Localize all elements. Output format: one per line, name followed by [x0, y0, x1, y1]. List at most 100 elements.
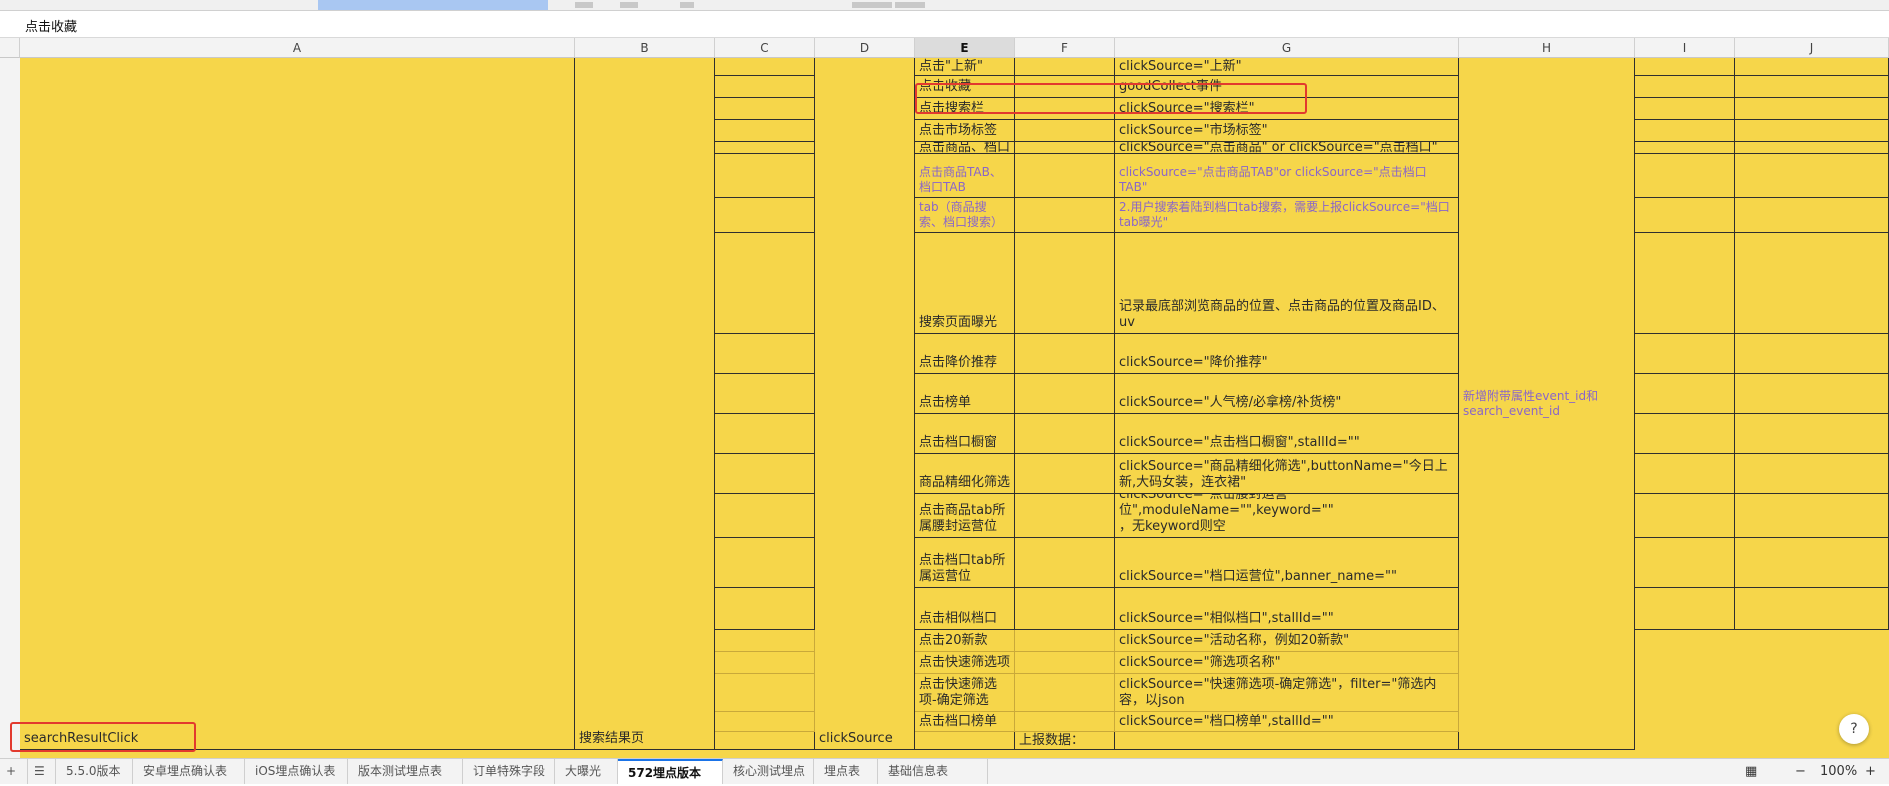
- cell-f[interactable]: [1015, 630, 1115, 652]
- cell-event-detail[interactable]: clickSource="商品精细化筛选",buttonName="今日上新,大…: [1115, 454, 1459, 494]
- cell-event-detail[interactable]: [1115, 732, 1459, 750]
- cell-event-detail[interactable]: clickSource="降价推荐": [1115, 334, 1459, 374]
- cell-event-name[interactable]: 点击快速筛选项: [915, 652, 1015, 674]
- cell-event-detail[interactable]: clickSource="人气榜/必拿榜/补货榜": [1115, 374, 1459, 414]
- cell-event-name[interactable]: 点击商品TAB、档口TAB: [915, 154, 1015, 198]
- cell-c[interactable]: [715, 198, 815, 233]
- sheet-tab[interactable]: 5.5.0版本: [56, 759, 133, 784]
- cell-c[interactable]: [715, 588, 815, 630]
- cell-j[interactable]: [1735, 414, 1889, 454]
- toolbar-icon[interactable]: [620, 2, 638, 8]
- cell-c[interactable]: [715, 414, 815, 454]
- cell-i[interactable]: [1635, 98, 1735, 120]
- col-header-d[interactable]: D: [815, 38, 915, 58]
- add-sheet-icon[interactable]: +: [0, 759, 28, 784]
- cell-j[interactable]: [1735, 76, 1889, 98]
- cell-event-detail[interactable]: clickSource="档口榜单",stallId="": [1115, 712, 1459, 732]
- cell-j[interactable]: [1735, 142, 1889, 154]
- cell-j[interactable]: [1735, 494, 1889, 538]
- cell-i[interactable]: [1635, 454, 1735, 494]
- cell-i[interactable]: [1635, 58, 1735, 76]
- sheet-tab[interactable]: 订单特殊字段: [463, 759, 555, 784]
- cell-j[interactable]: [1735, 538, 1889, 588]
- cell-f[interactable]: [1015, 588, 1115, 630]
- cell-i[interactable]: [1635, 334, 1735, 374]
- cell-f[interactable]: [1015, 198, 1115, 233]
- cell-b-merged[interactable]: 搜索结果页: [575, 58, 715, 750]
- cell-f[interactable]: [1015, 538, 1115, 588]
- cell-event-name[interactable]: [915, 732, 1015, 750]
- cell-j[interactable]: [1735, 588, 1889, 630]
- col-header-j[interactable]: J: [1735, 38, 1889, 58]
- cell-event-name[interactable]: 点击档口榜单: [915, 712, 1015, 732]
- cell-d-merged[interactable]: clickSource: [815, 58, 915, 750]
- cell-c[interactable]: [715, 538, 815, 588]
- cell-i[interactable]: [1635, 538, 1735, 588]
- cell-i[interactable]: [1635, 120, 1735, 142]
- cell-i[interactable]: [1635, 142, 1735, 154]
- cell-c[interactable]: [715, 233, 815, 334]
- sheet-tab[interactable]: 埋点表: [814, 759, 878, 784]
- cell-c[interactable]: [715, 652, 815, 674]
- toolbar-icon[interactable]: [680, 2, 694, 8]
- cell-f[interactable]: [1015, 494, 1115, 538]
- cell-event-detail[interactable]: 记录最底部浏览商品的位置、点击商品的位置及商品ID、uv: [1115, 233, 1459, 334]
- toolbar-icon[interactable]: [852, 2, 892, 8]
- cell-event-name[interactable]: 点击相似档口: [915, 588, 1015, 630]
- cell-f[interactable]: [1015, 58, 1115, 76]
- col-header-a[interactable]: A: [20, 38, 575, 58]
- sheet-tab[interactable]: 安卓埋点确认表: [133, 759, 245, 784]
- cell-f[interactable]: [1015, 154, 1115, 198]
- cell-c[interactable]: [715, 76, 815, 98]
- view-mode-icon[interactable]: ▦: [1745, 759, 1757, 784]
- cell-c[interactable]: [715, 712, 815, 732]
- cell-f[interactable]: [1015, 712, 1115, 732]
- cell-event-detail[interactable]: clickSource="相似档口",stallId="": [1115, 588, 1459, 630]
- sheet-tab[interactable]: 572埋点版本: [618, 759, 723, 784]
- cell-event-name[interactable]: 搜索默认进入的tab（商品搜索、档口搜索）: [915, 198, 1015, 233]
- cell-c[interactable]: [715, 732, 815, 750]
- cell-event-name[interactable]: 点击档口tab所属运营位: [915, 538, 1015, 588]
- cell-i[interactable]: [1635, 588, 1735, 630]
- cell-j[interactable]: [1735, 233, 1889, 334]
- cell-j[interactable]: [1735, 198, 1889, 233]
- cell-event-name[interactable]: 点击商品、档口: [915, 142, 1015, 154]
- formula-bar[interactable]: 点击收藏: [0, 11, 1889, 38]
- col-header-g[interactable]: G: [1115, 38, 1459, 58]
- toolbar-icon[interactable]: [575, 2, 593, 8]
- cell-c[interactable]: [715, 58, 815, 76]
- col-header-e[interactable]: E: [915, 38, 1015, 58]
- toolbar-icon[interactable]: [895, 2, 925, 8]
- cell-event-name[interactable]: 点击市场标签: [915, 120, 1015, 142]
- cell-event-name[interactable]: 点击档口橱窗: [915, 414, 1015, 454]
- cell-f[interactable]: 上报数据：: [1015, 732, 1115, 750]
- cell-i[interactable]: [1635, 374, 1735, 414]
- help-button[interactable]: ?: [1839, 714, 1869, 744]
- cell-event-name[interactable]: 点击20新款: [915, 630, 1015, 652]
- cell-j[interactable]: [1735, 334, 1889, 374]
- cell-j[interactable]: [1735, 120, 1889, 142]
- cell-c[interactable]: [715, 454, 815, 494]
- sheet-tab[interactable]: iOS埋点确认表: [245, 759, 348, 784]
- cell-j[interactable]: [1735, 98, 1889, 120]
- sheet-tab[interactable]: 核心测试埋点: [723, 759, 814, 784]
- cell-i[interactable]: [1635, 76, 1735, 98]
- corner-select-all[interactable]: [0, 38, 20, 58]
- cell-f[interactable]: [1015, 374, 1115, 414]
- cell-f[interactable]: [1015, 334, 1115, 374]
- cell-event-detail[interactable]: clickSource="商品tab曝光" or clickSource="档口…: [1115, 198, 1459, 233]
- cell-j[interactable]: [1735, 454, 1889, 494]
- cell-c[interactable]: [715, 98, 815, 120]
- cell-event-detail[interactable]: clickSource="点击腰封运营位",moduleName="",keyw…: [1115, 494, 1459, 538]
- cell-c[interactable]: [715, 674, 815, 712]
- sheet-tab[interactable]: 基础信息表: [878, 759, 988, 784]
- cell-event-name[interactable]: 点击榜单: [915, 374, 1015, 414]
- sheet-tab[interactable]: 大曝光: [555, 759, 618, 784]
- cell-f[interactable]: [1015, 233, 1115, 334]
- cell-event-name[interactable]: 点击降价推荐: [915, 334, 1015, 374]
- cell-event-detail[interactable]: clickSource="筛选项名称": [1115, 652, 1459, 674]
- cell-f[interactable]: [1015, 674, 1115, 712]
- sheet-list-icon[interactable]: ☰: [28, 759, 56, 784]
- cell-event-detail[interactable]: clickSource="活动名称，例如20新款": [1115, 630, 1459, 652]
- cell-event-name[interactable]: 商品精细化筛选: [915, 454, 1015, 494]
